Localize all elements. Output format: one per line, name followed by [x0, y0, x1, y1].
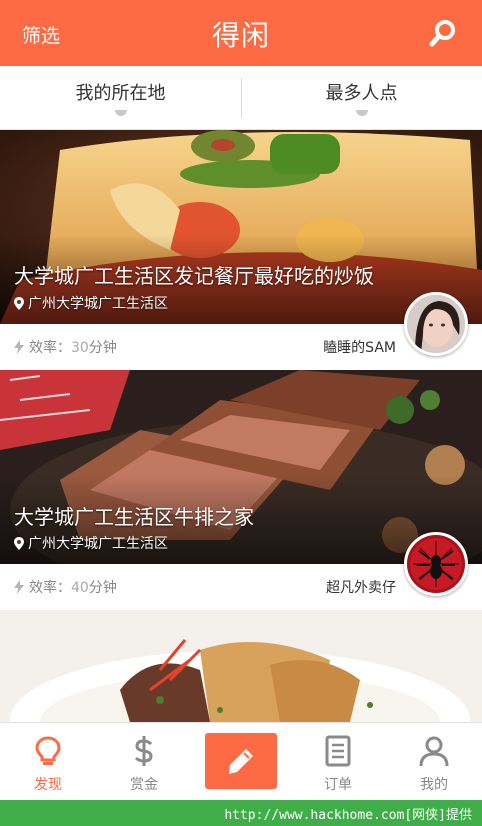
restaurant-name: 大学城广工生活区牛排之家 — [14, 505, 254, 529]
tab-mine[interactable]: 我的 — [386, 723, 482, 801]
efficiency: 效率： 30分钟 — [14, 337, 117, 357]
location-pin-icon — [14, 536, 24, 550]
tab-label: 订单 — [324, 777, 352, 793]
pencil-icon — [229, 749, 253, 774]
efficiency-unit: 分钟 — [88, 580, 117, 596]
dollar-icon — [134, 736, 153, 766]
restaurant-location: 广州大学城广工生活区 — [14, 293, 168, 313]
author-name[interactable]: 瞌睡的SAM — [323, 337, 396, 357]
lightning-icon — [14, 580, 24, 594]
efficiency-label: 效率： — [29, 340, 71, 356]
avatar[interactable] — [404, 532, 468, 596]
app-header: 筛选 得闲 — [0, 0, 482, 66]
tab-most-ordered[interactable]: 最多人点 — [241, 66, 482, 130]
restaurant-name: 大学城广工生活区发记餐厅最好吃的炒饭 — [14, 264, 374, 288]
tab-bounty[interactable]: 赏金 — [96, 723, 192, 801]
food-photo: 大学城广工生活区牛排之家 广州大学城广工生活区 — [0, 370, 482, 564]
tab-label: 我的 — [420, 777, 448, 793]
restaurant-card[interactable] — [0, 610, 482, 722]
watermark-banner: http://www.hackhome.com[网侠]提供 — [0, 800, 482, 826]
location-text: 广州大学城广工生活区 — [28, 536, 168, 552]
efficiency-label: 效率： — [29, 580, 71, 596]
efficiency-value: 40 — [71, 580, 89, 596]
document-icon — [325, 735, 351, 767]
tab-label: 发现 — [34, 777, 62, 793]
user-icon — [419, 736, 449, 767]
lightning-icon — [14, 340, 24, 354]
tab-my-location[interactable]: 我的所在地 — [0, 66, 241, 130]
avatar[interactable] — [404, 292, 468, 356]
lightbulb-icon — [35, 736, 61, 765]
watermark-text: http://www.hackhome.com[网侠]提供 — [224, 808, 472, 823]
location-pin-icon — [14, 296, 24, 310]
restaurant-location: 广州大学城广工生活区 — [14, 533, 168, 553]
tab-label: 我的所在地 — [75, 83, 166, 104]
sort-tabs: 我的所在地 最多人点 — [0, 66, 482, 130]
dropdown-indicator-icon — [114, 110, 127, 116]
compose-button[interactable] — [205, 733, 277, 789]
food-photo — [0, 610, 482, 722]
tab-label: 赏金 — [130, 777, 158, 793]
search-icon — [429, 20, 455, 47]
tab-orders[interactable]: 订单 — [290, 723, 386, 801]
restaurant-card[interactable]: 大学城广工生活区发记餐厅最好吃的炒饭 广州大学城广工生活区 效率： 30分钟 瞌… — [0, 130, 482, 370]
location-text: 广州大学城广工生活区 — [28, 296, 168, 312]
tab-discover[interactable]: 发现 — [0, 723, 96, 801]
food-photo: 大学城广工生活区发记餐厅最好吃的炒饭 广州大学城广工生活区 — [0, 130, 482, 324]
efficiency-value: 30 — [71, 340, 89, 356]
restaurant-card[interactable]: 大学城广工生活区牛排之家 广州大学城广工生活区 效率： 40分钟 超凡外卖仔 — [0, 370, 482, 610]
efficiency-unit: 分钟 — [88, 340, 117, 356]
page-title: 得闲 — [211, 19, 270, 52]
dropdown-indicator-icon — [355, 110, 368, 116]
tab-label: 最多人点 — [325, 83, 398, 104]
search-button[interactable] — [428, 18, 458, 48]
author-name[interactable]: 超凡外卖仔 — [326, 577, 396, 597]
efficiency: 效率： 40分钟 — [14, 577, 117, 597]
